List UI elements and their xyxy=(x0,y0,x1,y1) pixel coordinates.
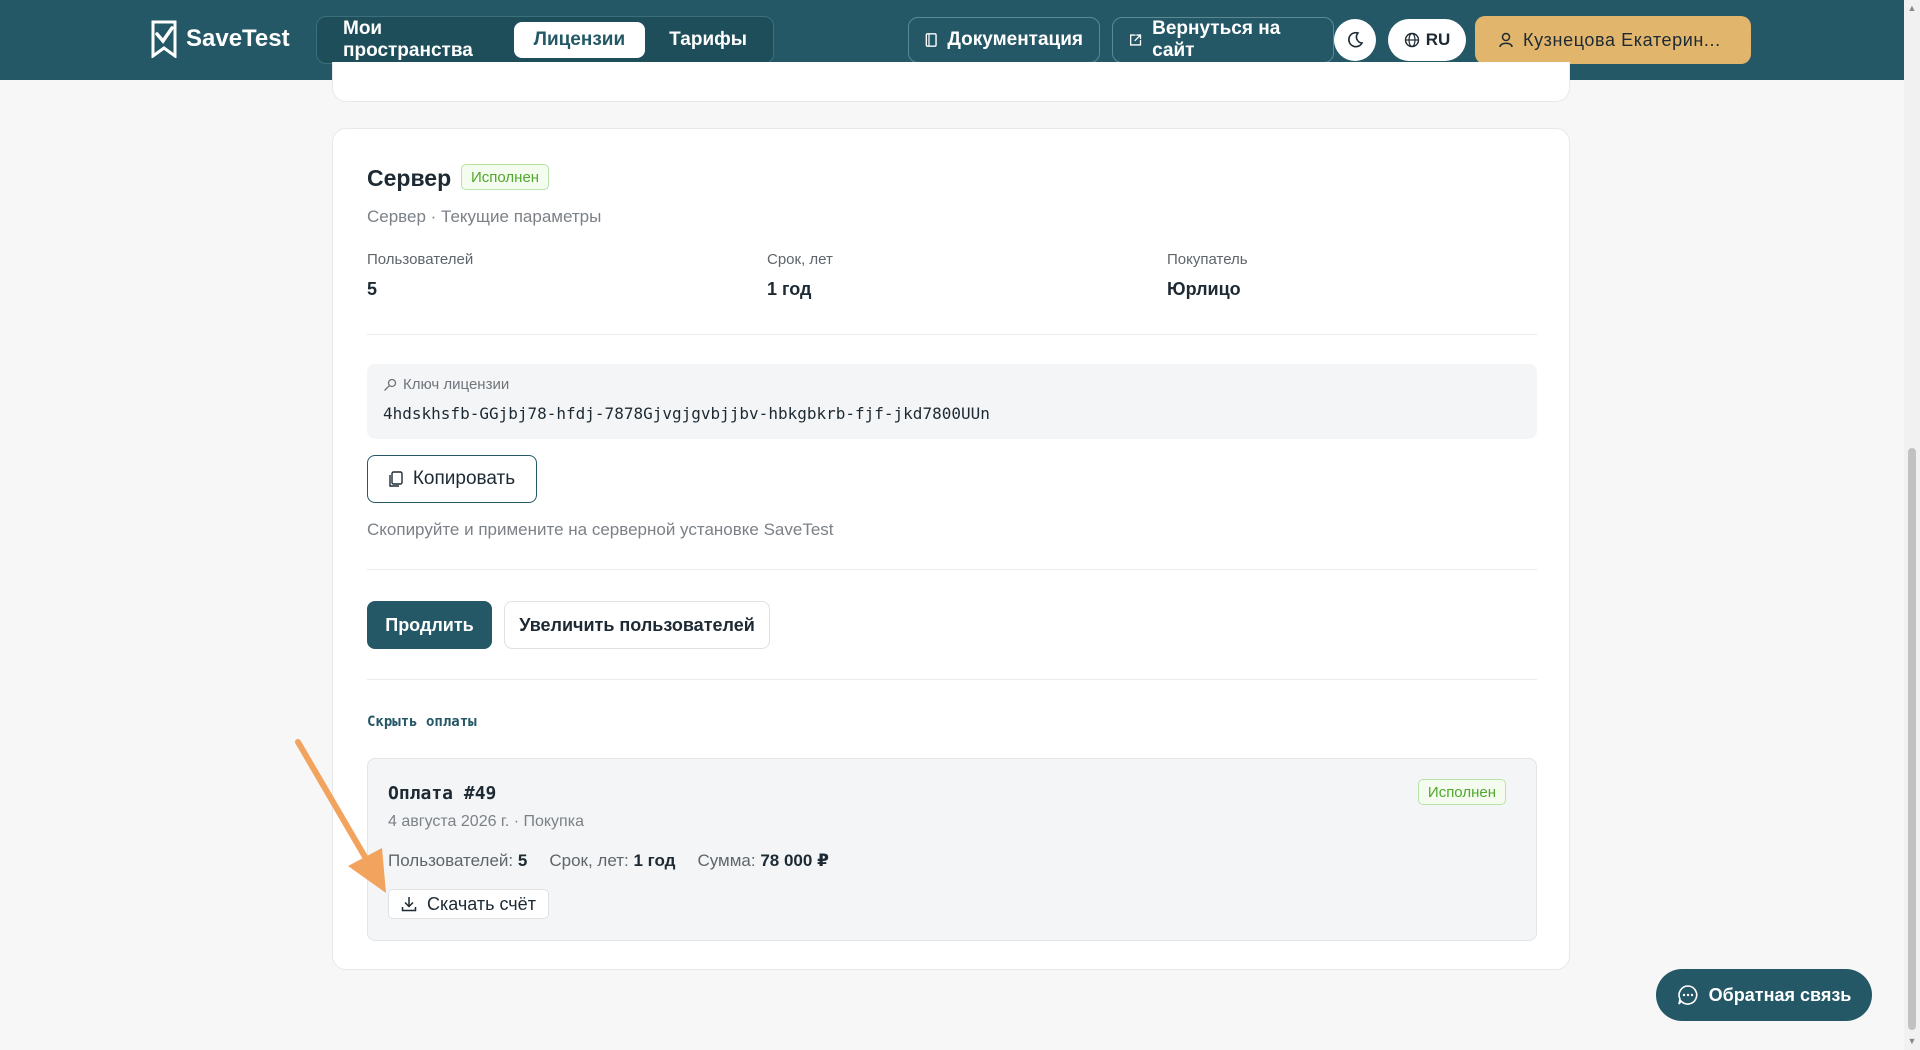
download-invoice-button[interactable]: Скачать счёт xyxy=(388,889,549,919)
scroll-down-icon[interactable]: ▼ xyxy=(1907,1036,1917,1046)
page-scrollbar[interactable]: ▲ ▼ xyxy=(1904,0,1920,1050)
license-key-box: Ключ лицензии 4hdskhsfb-GGjbj78-hfdj-787… xyxy=(367,364,1537,439)
license-title: Сервер xyxy=(367,165,452,191)
book-icon xyxy=(925,33,937,47)
copy-label: Копировать xyxy=(412,468,516,489)
docs-button[interactable]: Документация xyxy=(908,17,1100,63)
main-nav: Мои пространства Лицензии Тарифы xyxy=(316,16,774,64)
key-label: Ключ лицензии xyxy=(403,376,510,393)
payment-title: Оплата #49 xyxy=(388,783,497,804)
license-status-badge: Исполнен xyxy=(461,164,550,190)
annotation-arrow-icon xyxy=(295,739,386,893)
logo-text: SaveTest xyxy=(186,25,290,52)
payment-stats: Пользователей: 5 Срок, лет: 1 год Сумма:… xyxy=(388,851,829,871)
divider xyxy=(367,334,1537,335)
feedback-button[interactable]: Обратная связь xyxy=(1656,969,1872,1021)
license-subtitle: Сервер · Текущие параметры xyxy=(367,207,602,226)
term-label: Срок, лет xyxy=(767,251,833,268)
docs-label: Документация xyxy=(947,29,1083,50)
external-link-icon xyxy=(1129,34,1142,46)
scroll-up-icon[interactable]: ▲ xyxy=(1907,3,1917,13)
divider xyxy=(367,569,1537,570)
license-key-value[interactable]: 4hdskhsfb-GGjbj78-hfdj-7878Gjvgjgvbjjbv-… xyxy=(383,404,990,423)
nav-spaces[interactable]: Мои пространства xyxy=(323,18,510,61)
language-label: RU xyxy=(1425,30,1451,49)
user-name: Кузнецова Екатерин... xyxy=(1523,29,1721,50)
user-icon xyxy=(1499,32,1513,48)
back-to-site-label: Вернуться на сайт xyxy=(1152,18,1281,61)
payment-card: Оплата #49 Исполнен 4 августа 2026 г. · … xyxy=(367,758,1537,941)
payment-status-badge: Исполнен xyxy=(1417,779,1506,805)
buyer-label: Покупатель xyxy=(1167,251,1248,268)
nav-tariffs[interactable]: Тарифы xyxy=(649,22,767,58)
download-invoice-label: Скачать счёт xyxy=(427,893,536,914)
nav-licenses[interactable]: Лицензии xyxy=(513,22,646,58)
scrollbar-thumb[interactable] xyxy=(1908,448,1916,1030)
globe-icon xyxy=(1404,32,1419,48)
download-icon xyxy=(401,897,417,912)
hide-payments-link[interactable]: Скрыть оплаты xyxy=(367,714,477,730)
theme-toggle[interactable] xyxy=(1334,19,1376,61)
moon-icon xyxy=(1348,31,1364,48)
logo-icon xyxy=(151,20,177,58)
logo[interactable]: SaveTest xyxy=(150,20,290,58)
language-button[interactable]: RU xyxy=(1388,19,1466,61)
chat-icon xyxy=(1677,985,1698,1005)
payment-term: Срок, лет: 1 год xyxy=(549,851,676,870)
users-label: Пользователей xyxy=(367,251,474,268)
back-to-site-button[interactable]: Вернуться на сайт xyxy=(1112,17,1334,63)
payment-users: Пользователей: 5 xyxy=(388,851,528,870)
buyer-value: Юрлицо xyxy=(1167,279,1241,299)
copy-button[interactable]: Копировать xyxy=(367,455,537,503)
term-value: 1 год xyxy=(767,279,812,299)
payment-meta: 4 августа 2026 г. · Покупка xyxy=(388,813,584,830)
previous-license-card xyxy=(332,62,1570,102)
payment-sum: Сумма: 78 000 ₽ xyxy=(697,851,829,870)
increase-users-button[interactable]: Увеличить пользователей xyxy=(504,601,770,649)
key-icon xyxy=(384,378,397,391)
extend-button[interactable]: Продлить xyxy=(367,601,492,649)
user-menu-button[interactable]: Кузнецова Екатерин... xyxy=(1475,16,1751,64)
feedback-label: Обратная связь xyxy=(1708,984,1852,1005)
copy-hint: Скопируйте и примените на серверной уста… xyxy=(367,520,834,539)
key-label-row: Ключ лицензии xyxy=(383,376,509,393)
users-value: 5 xyxy=(367,279,378,299)
license-card: Сервер Исполнен Сервер · Текущие парамет… xyxy=(332,128,1570,970)
copy-icon xyxy=(389,471,403,487)
divider xyxy=(367,679,1537,680)
